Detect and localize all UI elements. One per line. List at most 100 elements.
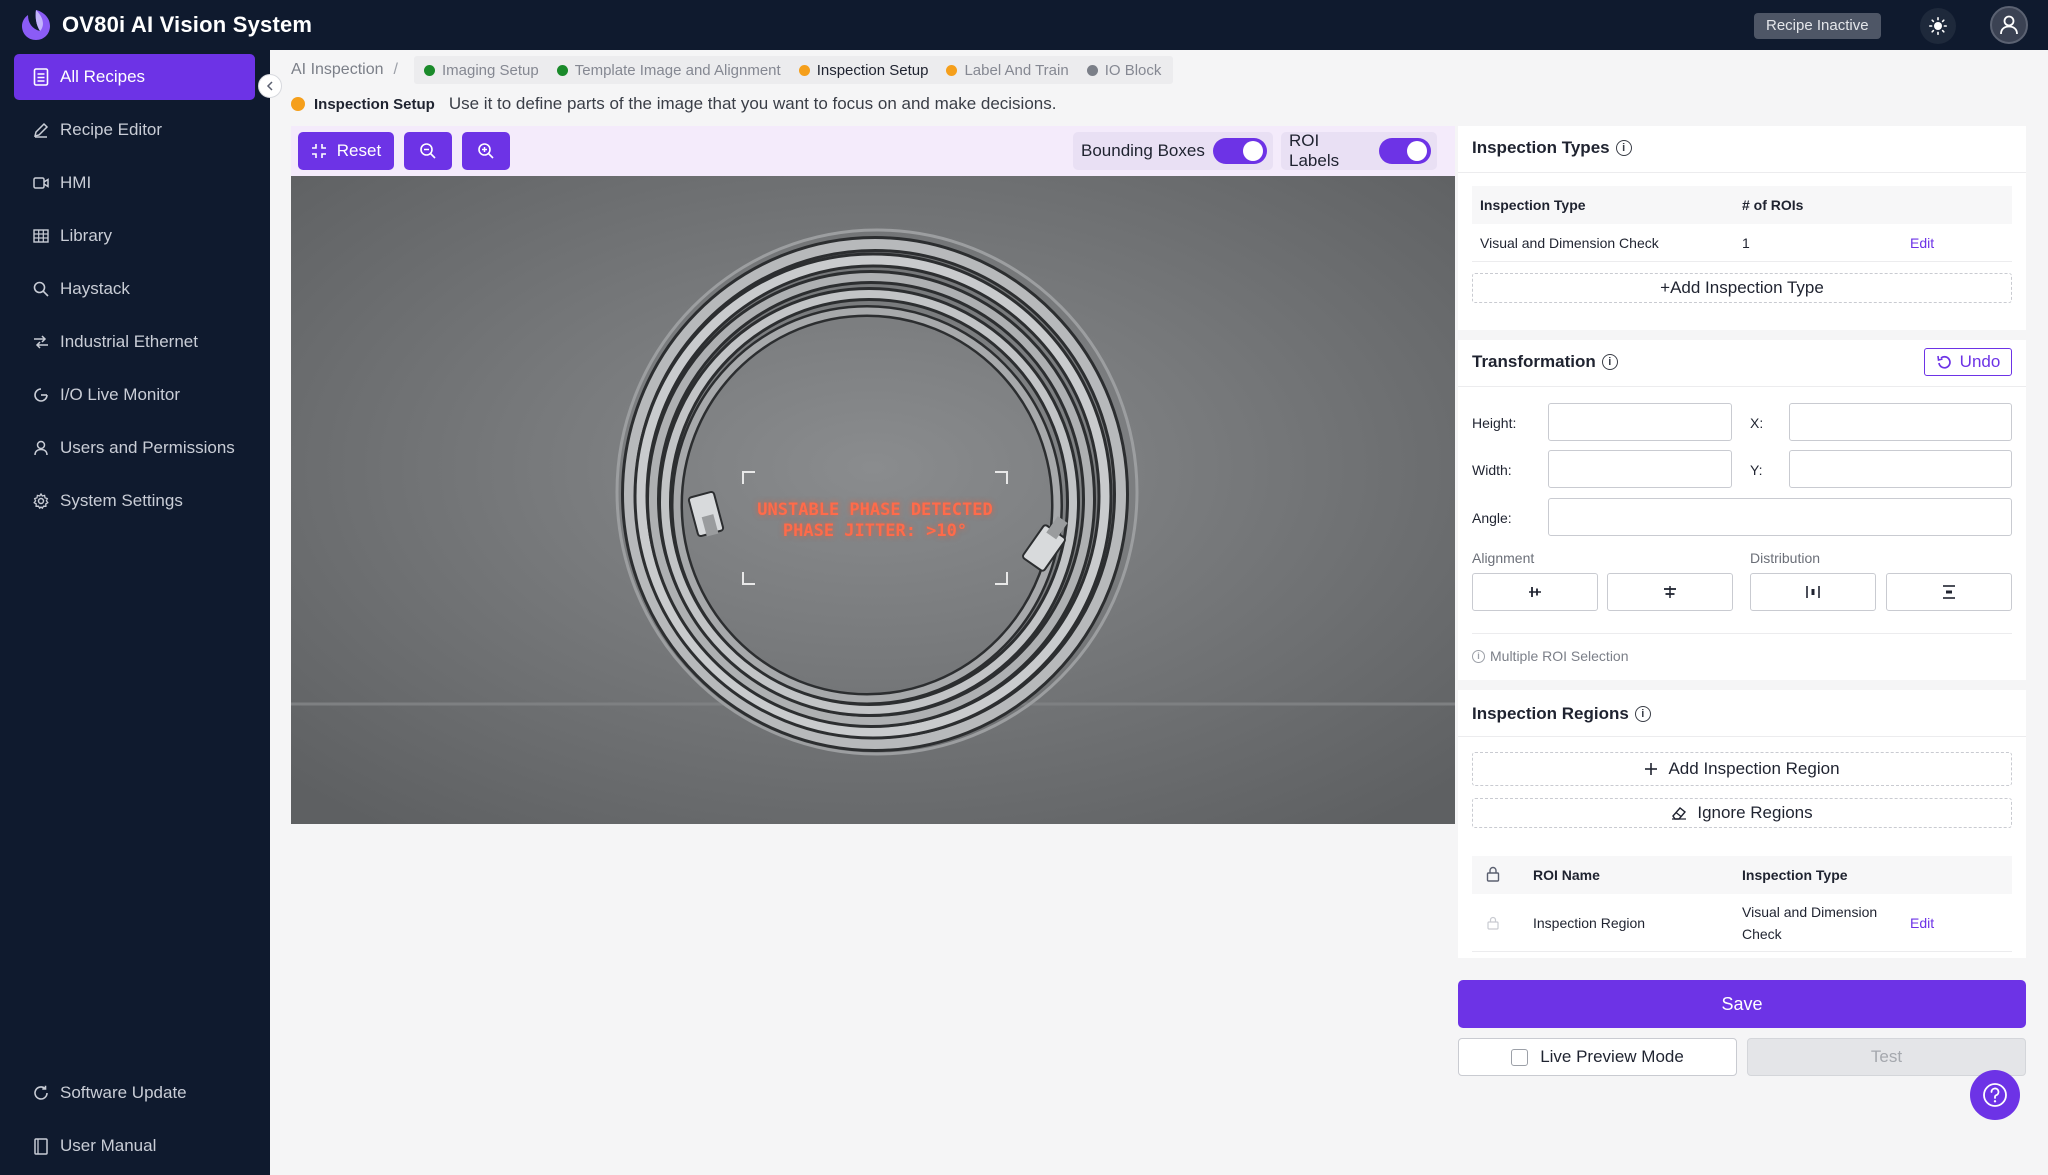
align-vertical-center-button[interactable]	[1607, 573, 1733, 611]
info-icon[interactable]: i	[1634, 706, 1651, 722]
reset-label: Reset	[336, 141, 382, 160]
sidebar-item-label: Library	[60, 226, 112, 245]
sidebar-item-software-update[interactable]: Software Update	[14, 1070, 255, 1116]
edit-roi-link[interactable]: Edit	[1910, 915, 1934, 931]
width-input[interactable]	[1548, 450, 1732, 488]
roi-alert-text: UNSTABLE PHASE DETECTED PHASE JITTER: >1…	[741, 500, 1009, 542]
inspection-types-title: Inspection Types	[1472, 138, 1610, 157]
help-button[interactable]	[1970, 1070, 2020, 1120]
sidebar-item-label: Industrial Ethernet	[60, 332, 198, 351]
test-button[interactable]: Test	[1747, 1038, 2026, 1076]
align-horizontal-center-icon	[1529, 587, 1541, 597]
inspection-regions-table-header: ROI Name Inspection Type	[1472, 856, 2012, 894]
distribute-horizontal-icon	[1806, 586, 1820, 598]
step-status-dot	[1086, 64, 1098, 76]
zoom-in-button[interactable]	[462, 132, 510, 170]
bounding-boxes-toggle[interactable]: Bounding Boxes	[1073, 132, 1273, 170]
sidebar-collapse-button[interactable]	[258, 74, 282, 98]
top-bar: OV80i AI Vision System Recipe Inactive	[0, 0, 2048, 50]
fit-screen-icon	[311, 144, 326, 158]
undo-button[interactable]: Undo	[1924, 348, 2012, 376]
page-title: Inspection Setup	[314, 95, 435, 113]
table-row: Inspection Region Visual and Dimension C…	[1472, 894, 2012, 952]
x-input[interactable]	[1789, 403, 2012, 441]
recipe-status-badge: Recipe Inactive	[1754, 13, 1881, 39]
search-icon	[32, 280, 50, 298]
add-inspection-region-button[interactable]: Add Inspection Region	[1472, 752, 2012, 786]
zoom-out-button[interactable]	[404, 132, 452, 170]
sidebar-item-system-settings[interactable]: System Settings	[14, 478, 255, 524]
distribute-vertical-button[interactable]	[1886, 573, 2012, 611]
refresh-icon	[32, 1084, 50, 1102]
sidebar-item-io-live-monitor[interactable]: I/O Live Monitor	[14, 372, 255, 418]
bounding-boxes-switch[interactable]	[1212, 138, 1267, 164]
step-io-block[interactable]: IO Block	[1086, 61, 1162, 79]
roi-labels-toggle[interactable]: ROI Labels	[1281, 131, 1437, 170]
sidebar-item-label: All Recipes	[60, 67, 146, 86]
lock-open-icon[interactable]	[1487, 916, 1499, 930]
edit-inspection-type-link[interactable]: Edit	[1910, 235, 1934, 251]
eraser-icon	[1672, 807, 1687, 820]
step-imaging-setup[interactable]: Imaging Setup	[424, 62, 539, 79]
sidebar-item-hmi[interactable]: HMI	[14, 160, 255, 206]
sidebar-item-label: System Settings	[60, 491, 183, 510]
add-inspection-type-button[interactable]: +Add Inspection Type	[1472, 273, 2012, 303]
book-icon	[32, 1137, 50, 1155]
reset-button[interactable]: Reset	[298, 132, 394, 170]
live-preview-label: Live Preview Mode	[1540, 1047, 1684, 1066]
add-inspection-region-label: Add Inspection Region	[1668, 759, 1840, 778]
info-icon[interactable]: i	[1601, 354, 1618, 370]
step-label-and-train[interactable]: Label And Train	[946, 61, 1069, 79]
step-status-dot	[424, 64, 435, 76]
ignore-regions-button[interactable]: Ignore Regions	[1472, 798, 2012, 828]
angle-input[interactable]	[1548, 498, 2012, 536]
y-input[interactable]	[1789, 450, 2012, 488]
roi-bounding-box[interactable]: UNSTABLE PHASE DETECTED PHASE JITTER: >1…	[741, 470, 1009, 586]
roi-inspection-type-line-2: Check	[1742, 926, 1782, 942]
roi-name: Inspection Region	[1533, 915, 1646, 931]
undo-icon	[1936, 355, 1951, 369]
theme-toggle-button[interactable]	[1920, 8, 1956, 44]
multi-roi-note-text: Multiple ROI Selection	[1490, 648, 1629, 664]
distribute-horizontal-button[interactable]	[1750, 573, 1876, 611]
alignment-label: Alignment	[1472, 550, 1535, 566]
sidebar-item-users-and-permissions[interactable]: Users and Permissions	[14, 425, 255, 471]
save-button[interactable]: Save	[1458, 980, 2026, 1028]
table-row: Visual and Dimension Check 1 Edit	[1472, 224, 2012, 262]
roi-inspection-type-line-1: Visual and Dimension	[1742, 904, 1878, 920]
inspection-types-panel: Inspection Types i Inspection Type # of …	[1458, 126, 2026, 330]
roi-count: 1	[1742, 235, 1750, 251]
sidebar-item-haystack[interactable]: Haystack	[14, 266, 255, 312]
info-icon[interactable]: i	[1615, 140, 1632, 156]
plus-icon	[1645, 763, 1658, 775]
sidebar-item-label: Users and Permissions	[60, 438, 235, 457]
user-avatar-button[interactable]	[1990, 6, 2028, 44]
height-input[interactable]	[1548, 403, 1732, 441]
sidebar-item-library[interactable]: Library	[14, 213, 255, 259]
sidebar-item-recipe-editor[interactable]: Recipe Editor	[14, 107, 255, 153]
column-header: Inspection Type	[1480, 197, 1586, 213]
canvas-toolbar: Reset Bounding Boxes ROI Labels	[291, 126, 1455, 176]
align-horizontal-center-button[interactable]	[1472, 573, 1598, 611]
step-template-image-and-alignment[interactable]: Template Image and Alignment	[556, 62, 781, 79]
sidebar-item-user-manual[interactable]: User Manual	[14, 1123, 255, 1169]
live-preview-checkbox[interactable]	[1511, 1048, 1529, 1066]
breadcrumb: AI Inspection /	[291, 58, 410, 82]
step-label: Inspection Setup	[816, 61, 929, 79]
step-label: Label And Train	[964, 61, 1069, 79]
sidebar-item-industrial-ethernet[interactable]: Industrial Ethernet	[14, 319, 255, 365]
step-inspection-setup[interactable]: Inspection Setup	[798, 61, 929, 79]
sidebar-item-all-recipes[interactable]: All Recipes	[14, 54, 255, 100]
lock-icon	[1486, 866, 1500, 882]
network-icon	[32, 333, 50, 351]
step-status-dot	[798, 64, 810, 76]
inspection-image-canvas[interactable]: UNSTABLE PHASE DETECTED PHASE JITTER: >1…	[291, 176, 1455, 824]
roi-labels-switch[interactable]	[1378, 138, 1431, 164]
step-label: IO Block	[1104, 61, 1162, 79]
live-preview-mode-toggle[interactable]: Live Preview Mode	[1458, 1038, 1737, 1076]
breadcrumb-root[interactable]: AI Inspection	[291, 61, 384, 79]
roi-alert-line-2: PHASE JITTER: >10°	[782, 521, 968, 541]
workflow-steps: Imaging Setup Template Image and Alignme…	[414, 56, 1174, 84]
y-label: Y:	[1750, 462, 1763, 478]
step-label: Imaging Setup	[442, 61, 539, 79]
